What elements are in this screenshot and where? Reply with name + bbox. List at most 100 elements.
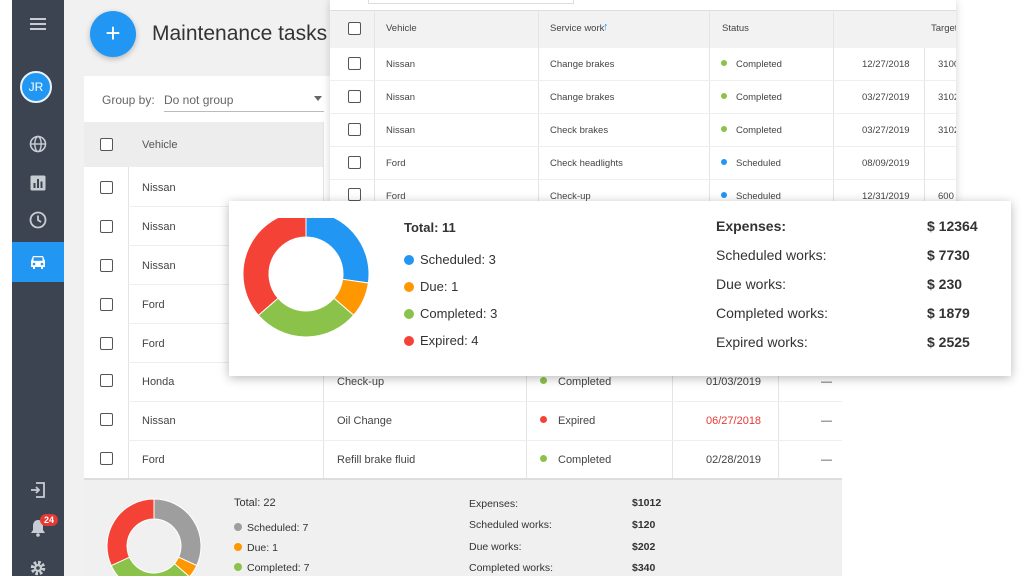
summary-expense-value: $120 [632,519,656,531]
row-checkbox[interactable] [348,57,361,70]
sort-ascending-icon[interactable]: ↑ [603,21,609,33]
status-dot [540,416,547,423]
row-service-work: Change brakes [550,92,615,103]
status-dot [721,192,727,198]
user-avatar[interactable]: JR [20,71,52,103]
popup-legend-item: Expired: 4 [404,333,479,348]
row-checkbox[interactable] [100,413,113,426]
summary-expense-value: $340 [632,562,656,574]
summary-panel: Total: 22 Scheduled: 7 Due: 1 Completed:… [84,478,842,576]
chevron-down-icon [314,96,322,101]
column-divider [778,366,779,478]
clock-icon[interactable] [12,200,64,240]
row-vehicle: Ford [142,454,165,466]
row-checkbox[interactable] [348,123,361,136]
logout-icon[interactable] [12,470,64,510]
column-header-vehicle: Vehicle [142,139,178,151]
row-vehicle: Ford [142,338,165,350]
summary-expense-value: $202 [632,541,656,553]
legend-dot [404,336,414,346]
select-all-checkbox[interactable] [348,22,361,35]
legend-dot [404,255,414,265]
table-header [330,10,956,48]
column-divider [538,10,539,210]
select-all-checkbox[interactable] [100,138,113,151]
column-divider [672,366,673,478]
summary-legend-item: Completed: 7 [234,562,309,574]
row-vehicle: Nissan [386,92,416,103]
search-field[interactable] [368,0,574,4]
row-status: Completed [736,59,782,70]
legend-label: Scheduled: 3 [420,252,496,267]
column-header-service-work[interactable]: Service work [550,23,604,34]
row-status: Completed [736,92,782,103]
row-checkbox[interactable] [100,259,113,272]
row-target: — [821,376,832,388]
row-service-work: Check headlights [550,158,623,169]
row-vehicle: Nissan [142,182,176,194]
summary-total: Total: 22 [234,497,276,509]
group-by-label: Group by: [102,93,155,107]
column-divider [526,366,527,478]
expense-label: Completed works: [716,305,829,321]
row-checkbox[interactable] [100,298,113,311]
summary-expense-label: Expenses: [469,498,519,510]
legend-dot [404,309,414,319]
row-date: 03/27/2019 [862,92,910,103]
row-vehicle: Ford [142,299,165,311]
row-divider [330,179,956,180]
row-checkbox[interactable] [348,188,361,201]
column-divider [374,10,375,210]
expense-value: $ 2525 [927,334,970,350]
group-by-value: Do not group [164,93,234,107]
row-service-work: Check brakes [550,125,609,136]
row-divider [330,113,956,114]
expenses-value: $ 12364 [927,218,978,234]
row-divider [128,401,842,402]
menu-icon[interactable] [12,4,64,44]
summary-expense-label: Due works: [469,541,522,553]
app-root: JR 24 + Maintenance tasks Group by: Do n… [0,0,1024,576]
donut-slice [305,218,370,284]
side-nav: JR 24 [12,0,64,576]
row-service-work: Change brakes [550,59,615,70]
donut-slice [257,297,355,338]
column-header-status[interactable]: Status [722,23,749,34]
row-checkbox[interactable] [100,220,113,233]
row-checkbox[interactable] [100,374,113,387]
add-task-button[interactable]: + [90,11,136,57]
status-donut-chart [242,218,370,338]
status-dot [721,93,727,99]
row-service-work: Refill brake fluid [337,454,416,466]
row-checkbox[interactable] [100,181,113,194]
group-by-select[interactable]: Do not group [164,88,324,112]
gear-icon[interactable] [12,548,64,576]
globe-icon[interactable] [12,124,64,164]
status-dot [721,60,727,66]
legend-label: Completed: 3 [420,306,498,321]
row-service-work: Check-up [337,376,385,388]
row-vehicle: Ford [386,158,406,169]
column-header-vehicle[interactable]: Vehicle [386,23,417,34]
donut-slice [153,498,202,567]
donut-slice [106,498,155,567]
notification-badge: 24 [40,514,59,526]
row-vehicle: Honda [142,376,175,388]
chart-icon[interactable] [12,163,64,203]
row-vehicle: Nissan [386,125,416,136]
legend-label: Due: 1 [247,542,278,554]
bell-icon[interactable] [12,508,64,548]
row-checkbox[interactable] [348,90,361,103]
row-service-work: Oil Change [337,415,393,427]
row-checkbox[interactable] [100,452,113,465]
expenses-label: Expenses: [716,218,787,234]
car-icon[interactable] [12,242,64,282]
status-dot [721,159,727,165]
row-checkbox[interactable] [100,337,113,350]
row-status: Scheduled [736,158,781,169]
row-checkbox[interactable] [348,156,361,169]
column-header-target[interactable]: Target [931,23,956,34]
row-vehicle: Nissan [142,221,176,233]
status-dot [721,126,727,132]
list-header [84,122,324,167]
